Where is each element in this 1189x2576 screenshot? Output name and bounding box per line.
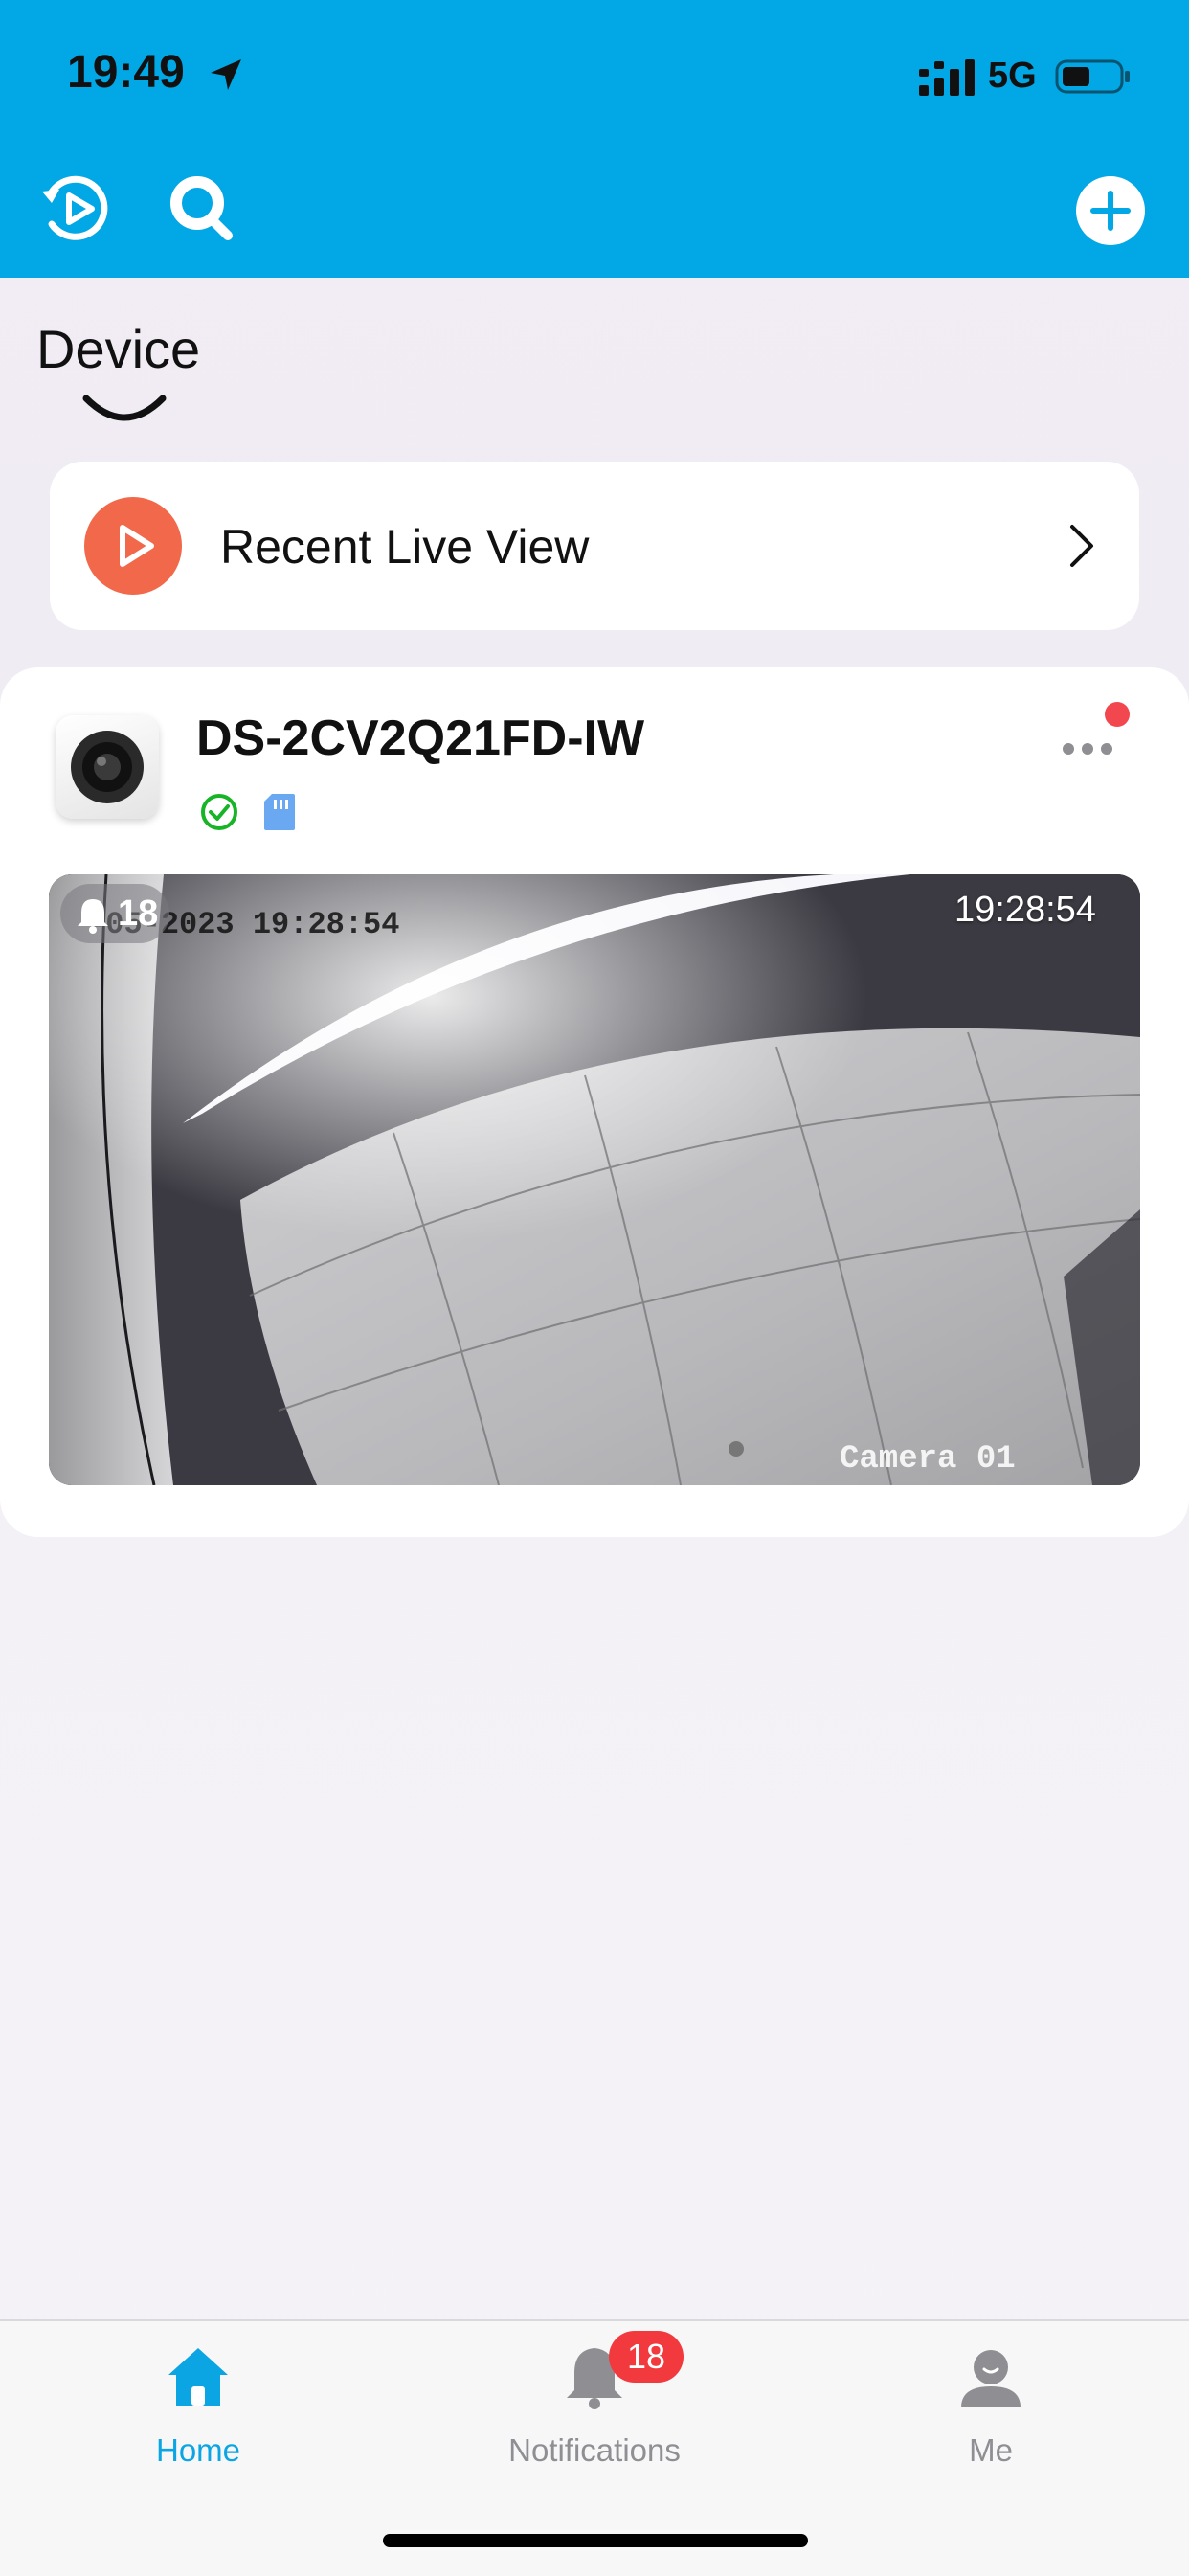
cellular-signal-icon [919, 59, 975, 96]
live-preview[interactable]: -05-2023 19:28:54 Camera 01 18 19:28:54 [49, 874, 1140, 1485]
battery-icon [1055, 59, 1130, 94]
playback-icon[interactable] [38, 170, 115, 247]
online-check-icon [201, 794, 237, 830]
chevron-right-icon [1070, 525, 1093, 567]
status-bar: 19:49 5G [0, 0, 1189, 144]
update-dot [1105, 702, 1130, 727]
more-options-icon[interactable] [1057, 720, 1130, 768]
notification-badge: 18 [609, 2331, 684, 2383]
recent-live-view-card[interactable]: Recent Live View [50, 462, 1139, 630]
recent-live-view-label: Recent Live View [220, 520, 590, 574]
network-type: 5G [988, 56, 1037, 96]
search-icon[interactable] [165, 170, 241, 247]
add-icon[interactable] [1072, 172, 1149, 249]
tab-home-label: Home [155, 2432, 241, 2468]
osd-camera-label: Camera 01 [840, 1441, 1016, 1478]
tab-home[interactable]: Home [0, 2321, 396, 2513]
device-card: DS-2CV2Q21FD-IW -05-2023 19:28:54 Camera… [0, 667, 1189, 1537]
play-icon [84, 497, 182, 595]
home-indicator [383, 2534, 808, 2547]
tab-me[interactable]: Me [793, 2321, 1189, 2513]
sd-card-icon [264, 794, 295, 830]
tab-notifications[interactable]: 18 Notifications [396, 2321, 793, 2513]
alert-count-pill[interactable]: 18 [60, 884, 169, 943]
device-name[interactable]: DS-2CV2Q21FD-IW [196, 710, 644, 767]
section-title: Device [36, 319, 201, 379]
camera-preview-image [49, 874, 1140, 1485]
person-icon [961, 2350, 1021, 2407]
tab-me-label: Me [969, 2432, 1013, 2468]
status-time: 19:49 [67, 47, 185, 98]
bell-icon [78, 899, 108, 934]
smile-decoration-icon [82, 395, 167, 421]
home-icon [168, 2348, 228, 2406]
alert-count: 18 [118, 893, 159, 934]
camera-lens-icon [71, 731, 144, 803]
location-arrow-icon [211, 59, 241, 90]
device-thumbnail[interactable] [56, 715, 159, 819]
top-toolbar [0, 144, 1189, 278]
tab-notifications-label: Notifications [508, 2432, 681, 2468]
preview-time: 19:28:54 [954, 890, 1096, 930]
